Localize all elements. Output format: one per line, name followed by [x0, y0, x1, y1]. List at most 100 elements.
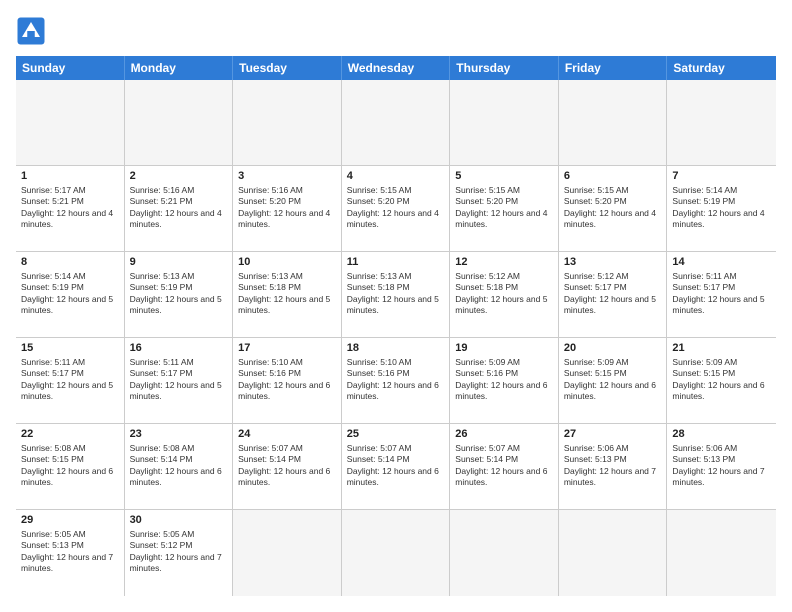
- header: [16, 16, 776, 46]
- sunrise-text: Sunrise: 5:06 AM: [672, 443, 737, 453]
- calendar-week-4: 22Sunrise: 5:08 AMSunset: 5:15 PMDayligh…: [16, 424, 776, 510]
- calendar-day-2: 2Sunrise: 5:16 AMSunset: 5:21 PMDaylight…: [125, 166, 234, 251]
- sunrise-text: Sunrise: 5:17 AM: [21, 185, 86, 195]
- daylight-text: Daylight: 12 hours and 5 minutes.: [455, 294, 547, 315]
- day-number: 21: [672, 341, 771, 356]
- sunrise-text: Sunrise: 5:08 AM: [130, 443, 195, 453]
- calendar-week-5: 29Sunrise: 5:05 AMSunset: 5:13 PMDayligh…: [16, 510, 776, 596]
- calendar-day-14: 14Sunrise: 5:11 AMSunset: 5:17 PM Dayligh…: [667, 252, 776, 337]
- calendar-day-29: 29Sunrise: 5:05 AMSunset: 5:13 PMDayligh…: [16, 510, 125, 596]
- day-number: 23: [130, 427, 228, 442]
- day-number: 19: [455, 341, 553, 356]
- sunset-text: Sunset: 5:16 PM: [238, 368, 301, 378]
- daylight-text: Daylight: 12 hours and 5 minutes.: [564, 294, 656, 315]
- sunset-text: Sunset: 5:14 PM: [238, 454, 301, 464]
- daylight-text: Daylight: 12 hours and 5 minutes.: [21, 380, 113, 401]
- calendar-day-1: 1Sunrise: 5:17 AMSunset: 5:21 PMDaylight…: [16, 166, 125, 251]
- calendar-day-4: 4Sunrise: 5:15 AMSunset: 5:20 PMDaylight…: [342, 166, 451, 251]
- calendar-day-9: 9Sunrise: 5:13 AMSunset: 5:19 PMDaylight…: [125, 252, 234, 337]
- calendar-day-empty: [233, 80, 342, 165]
- sunset-text: Sunset: 5:14 PM: [130, 454, 193, 464]
- day-number: 7: [672, 169, 771, 184]
- day-number: 2: [130, 169, 228, 184]
- calendar-day-empty: [667, 80, 776, 165]
- sunrise-text: Sunrise: 5:14 AM: [672, 185, 737, 195]
- day-number: 16: [130, 341, 228, 356]
- daylight-text: Daylight: 12 hours and 6 minutes.: [455, 466, 547, 487]
- day-number: 25: [347, 427, 445, 442]
- calendar-day-11: 11Sunrise: 5:13 AMSunset: 5:18 PMDayligh…: [342, 252, 451, 337]
- sunrise-text: Sunrise: 5:11 AM: [672, 271, 736, 281]
- daylight-text: Daylight: 12 hours and 6 minutes.: [21, 466, 113, 487]
- day-header-monday: Monday: [125, 56, 234, 80]
- day-number: 14: [672, 255, 771, 270]
- calendar-day-15: 15Sunrise: 5:11 AMSunset: 5:17 PMDayligh…: [16, 338, 125, 423]
- daylight-text: Daylight: 12 hours and 6 minutes.: [564, 380, 656, 401]
- sunrise-text: Sunrise: 5:14 AM: [21, 271, 86, 281]
- calendar-day-empty: [450, 510, 559, 596]
- sunset-text: Sunset: 5:21 PM: [21, 196, 84, 206]
- sunrise-text: Sunrise: 5:07 AM: [238, 443, 303, 453]
- sunset-text: Sunset: 5:21 PM: [130, 196, 193, 206]
- sunset-text: Sunset: 5:15 PM: [672, 368, 735, 378]
- sunset-text: Sunset: 5:13 PM: [672, 454, 735, 464]
- sunrise-text: Sunrise: 5:13 AM: [238, 271, 303, 281]
- calendar-day-empty: [125, 80, 234, 165]
- daylight-text: Daylight: 12 hours and 5 minutes.: [238, 294, 330, 315]
- day-number: 12: [455, 255, 553, 270]
- calendar-day-3: 3Sunrise: 5:16 AMSunset: 5:20 PMDaylight…: [233, 166, 342, 251]
- calendar-day-10: 10Sunrise: 5:13 AMSunset: 5:18 PMDayligh…: [233, 252, 342, 337]
- daylight-text: Daylight: 12 hours and 4 minutes.: [21, 208, 113, 229]
- daylight-text: Daylight: 12 hours and 5 minutes.: [347, 294, 439, 315]
- sunset-text: Sunset: 5:16 PM: [347, 368, 410, 378]
- calendar-day-7: 7Sunrise: 5:14 AMSunset: 5:19 PMDaylight…: [667, 166, 776, 251]
- calendar-day-empty: [559, 510, 668, 596]
- sunset-text: Sunset: 5:14 PM: [347, 454, 410, 464]
- day-header-saturday: Saturday: [667, 56, 776, 80]
- logo: [16, 16, 50, 46]
- sunrise-text: Sunrise: 5:15 AM: [564, 185, 629, 195]
- sunset-text: Sunset: 5:17 PM: [130, 368, 193, 378]
- calendar-body: 1Sunrise: 5:17 AMSunset: 5:21 PMDaylight…: [16, 80, 776, 596]
- calendar-day-6: 6Sunrise: 5:15 AMSunset: 5:20 PMDaylight…: [559, 166, 668, 251]
- calendar-day-empty: [16, 80, 125, 165]
- day-number: 26: [455, 427, 553, 442]
- calendar-day-21: 21Sunrise: 5:09 AMSunset: 5:15 PMDayligh…: [667, 338, 776, 423]
- calendar: SundayMondayTuesdayWednesdayThursdayFrid…: [16, 56, 776, 596]
- sunset-text: Sunset: 5:20 PM: [564, 196, 627, 206]
- sunrise-text: Sunrise: 5:09 AM: [455, 357, 520, 367]
- calendar-day-19: 19Sunrise: 5:09 AMSunset: 5:16 PMDayligh…: [450, 338, 559, 423]
- daylight-text: Daylight: 12 hours and 4 minutes.: [130, 208, 222, 229]
- calendar-day-30: 30Sunrise: 5:05 AMSunset: 5:12 PMDayligh…: [125, 510, 234, 596]
- calendar-day-23: 23Sunrise: 5:08 AMSunset: 5:14 PMDayligh…: [125, 424, 234, 509]
- sunrise-text: Sunrise: 5:12 AM: [564, 271, 629, 281]
- sunrise-text: Sunrise: 5:07 AM: [455, 443, 520, 453]
- sunset-text: Sunset: 5:19 PM: [672, 196, 735, 206]
- calendar-day-empty: [342, 80, 451, 165]
- day-header-sunday: Sunday: [16, 56, 125, 80]
- calendar-week-1: 1Sunrise: 5:17 AMSunset: 5:21 PMDaylight…: [16, 166, 776, 252]
- sunset-text: Sunset: 5:20 PM: [455, 196, 518, 206]
- calendar-day-27: 27Sunrise: 5:06 AMSunset: 5:13 PMDayligh…: [559, 424, 668, 509]
- calendar-week-3: 15Sunrise: 5:11 AMSunset: 5:17 PMDayligh…: [16, 338, 776, 424]
- sunset-text: Sunset: 5:19 PM: [21, 282, 84, 292]
- calendar-day-5: 5Sunrise: 5:15 AMSunset: 5:20 PMDaylight…: [450, 166, 559, 251]
- sunset-text: Sunset: 5:15 PM: [21, 454, 84, 464]
- daylight-text: Daylight: 12 hours and 5 minutes.: [672, 294, 764, 315]
- calendar-day-12: 12Sunrise: 5:12 AMSunset: 5:18 PMDayligh…: [450, 252, 559, 337]
- day-number: 3: [238, 169, 336, 184]
- sunset-text: Sunset: 5:17 PM: [21, 368, 84, 378]
- daylight-text: Daylight: 12 hours and 4 minutes.: [455, 208, 547, 229]
- calendar-day-18: 18Sunrise: 5:10 AMSunset: 5:16 PMDayligh…: [342, 338, 451, 423]
- sunset-text: Sunset: 5:20 PM: [238, 196, 301, 206]
- calendar-day-empty: [559, 80, 668, 165]
- day-number: 18: [347, 341, 445, 356]
- calendar-day-26: 26Sunrise: 5:07 AMSunset: 5:14 PMDayligh…: [450, 424, 559, 509]
- sunset-text: Sunset: 5:17 PM: [672, 282, 735, 292]
- day-number: 10: [238, 255, 336, 270]
- sunrise-text: Sunrise: 5:12 AM: [455, 271, 520, 281]
- sunrise-text: Sunrise: 5:15 AM: [347, 185, 412, 195]
- sunrise-text: Sunrise: 5:07 AM: [347, 443, 412, 453]
- calendar-day-empty: [233, 510, 342, 596]
- sunrise-text: Sunrise: 5:16 AM: [238, 185, 303, 195]
